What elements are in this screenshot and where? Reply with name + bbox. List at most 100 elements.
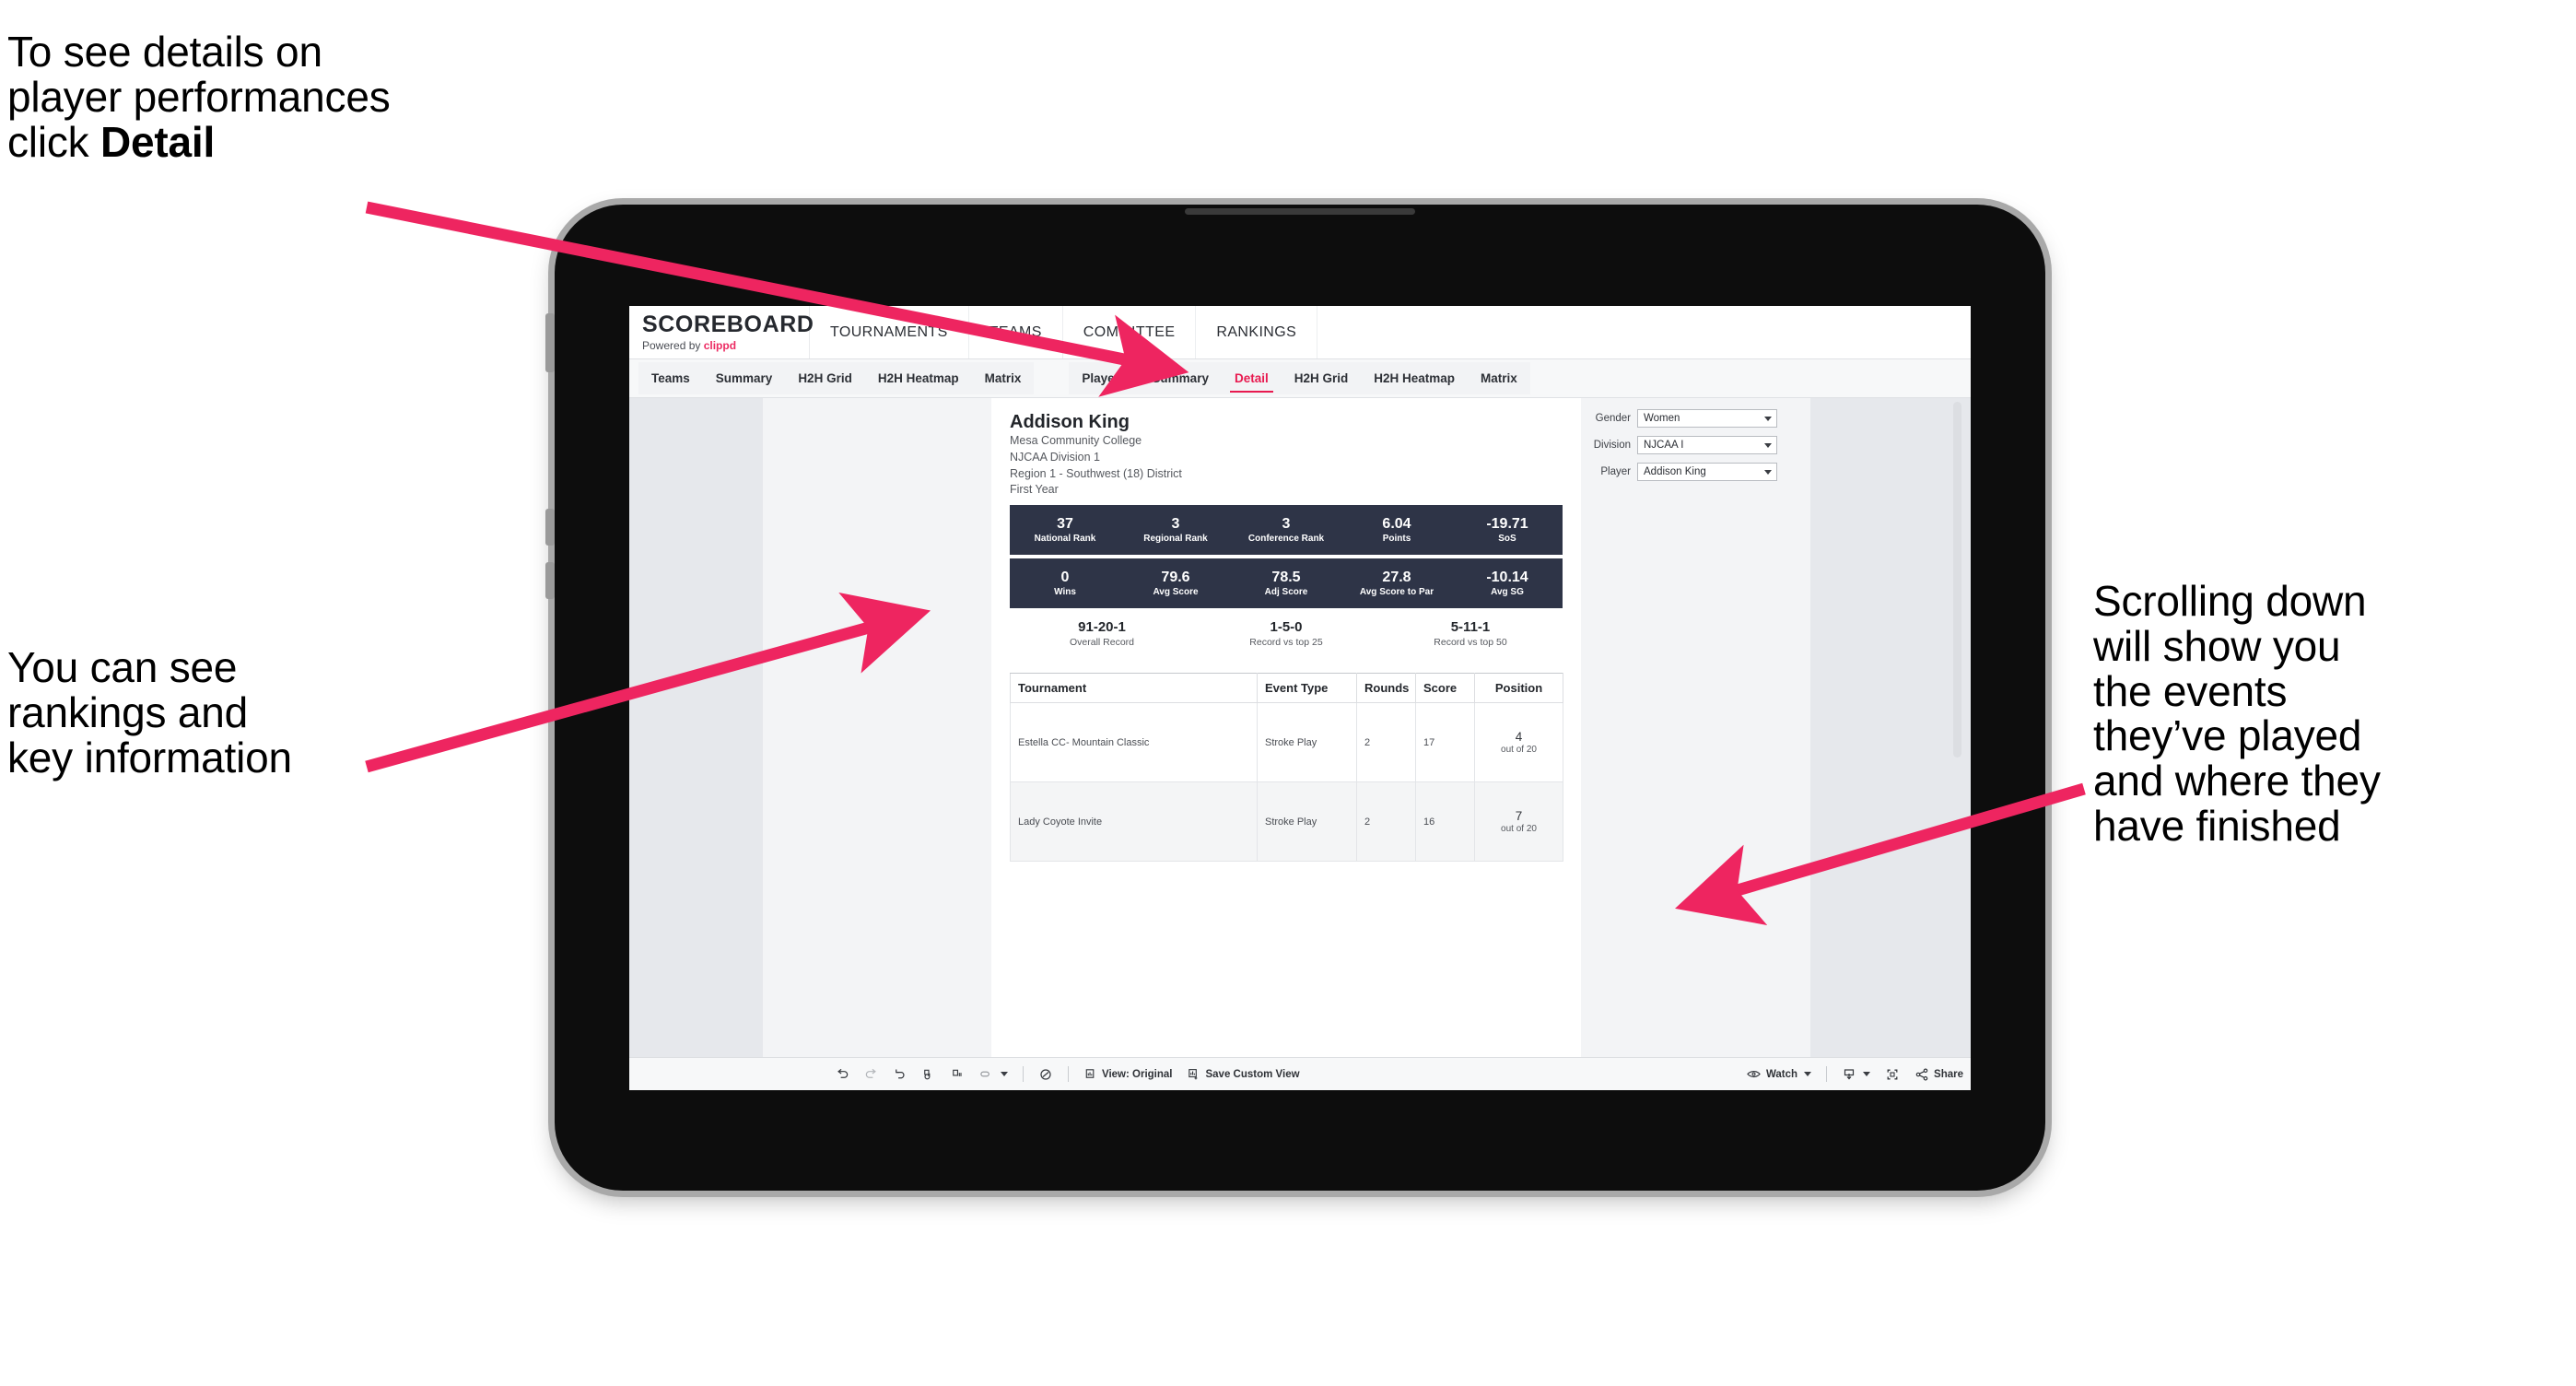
tablet-screen: SCOREBOARD Powered by clippd TOURNAMENTS… xyxy=(629,306,1971,1090)
annotation-top-left-line2: player performances xyxy=(7,72,391,121)
toolbar-divider xyxy=(1023,1066,1024,1082)
brand-powered-prefix: Powered by xyxy=(642,338,704,352)
view-original-button[interactable]: View: Original xyxy=(1076,1058,1179,1090)
devices-button[interactable] xyxy=(1031,1058,1060,1090)
annotation-mid-left-line1: You can see xyxy=(7,643,238,691)
top-nav-committee[interactable]: COMMITTEE xyxy=(1063,306,1197,358)
tab-teams-h2h-heatmap[interactable]: H2H Heatmap xyxy=(865,362,972,394)
kpi-national-rank-label: National Rank xyxy=(1034,533,1096,544)
cell-position-number: 4 xyxy=(1515,729,1523,744)
brand-powered-by: Powered by clippd xyxy=(642,339,809,352)
kpi-avg-score-to-par-value: 27.8 xyxy=(1382,570,1411,586)
refresh-data-button[interactable] xyxy=(914,1058,943,1090)
pause-data-button[interactable] xyxy=(943,1058,971,1090)
tablet-device-frame: SCOREBOARD Powered by clippd TOURNAMENTS… xyxy=(545,205,2045,1191)
redo-button[interactable] xyxy=(857,1058,885,1090)
watch-label: Watch xyxy=(1765,1068,1798,1080)
vertical-scrollbar[interactable] xyxy=(1953,402,1961,758)
chevron-down-icon xyxy=(1764,416,1772,421)
kpi-wins-value: 0 xyxy=(1060,570,1070,586)
annotation-right-line6: have finished xyxy=(2093,801,2341,850)
tab-teams-h2h-grid[interactable]: H2H Grid xyxy=(785,362,865,394)
cell-tournament: Lady Coyote Invite xyxy=(1010,781,1258,862)
kpi-sos-label: SoS xyxy=(1498,533,1516,544)
watch-button[interactable]: Watch xyxy=(1739,1058,1819,1090)
kpi-regional-rank-value: 3 xyxy=(1171,516,1180,533)
cell-rounds: 2 xyxy=(1356,702,1416,782)
record-vs-top-25: 1-5-0 Record vs top 25 xyxy=(1194,619,1378,648)
table-row[interactable]: Estella CC- Mountain Classic Stroke Play… xyxy=(1010,702,1563,782)
toolbar-divider xyxy=(1068,1066,1069,1082)
kpi-adj-score: 78.5 Adj Score xyxy=(1231,570,1341,597)
share-icon xyxy=(1914,1067,1929,1082)
annotation-top-left-line3: click Detail xyxy=(7,117,615,166)
device-preview-icon xyxy=(1038,1067,1053,1082)
division-select[interactable]: NJCAA I xyxy=(1637,436,1777,454)
kpi-avg-sg-value: -10.14 xyxy=(1486,570,1528,586)
top-nav-teams[interactable]: TEAMS xyxy=(969,306,1063,358)
player-identity-block: Addison King Mesa Community College NJCA… xyxy=(1010,411,1406,499)
annotation-mid-left-line3: key information xyxy=(7,733,292,781)
tablet-speaker-grill xyxy=(1185,208,1415,215)
tab-players-matrix[interactable]: Matrix xyxy=(1468,362,1530,394)
top-nav-tournaments[interactable]: TOURNAMENTS xyxy=(810,306,969,358)
kpi-avg-sg: -10.14 Avg SG xyxy=(1452,570,1563,597)
annotation-right: Scrolling down will show you the events … xyxy=(2093,579,2572,849)
tab-teams-summary[interactable]: Summary xyxy=(703,362,786,394)
chevron-down-icon xyxy=(1001,1072,1008,1076)
top-nav-rankings[interactable]: RANKINGS xyxy=(1196,306,1318,358)
gender-select[interactable]: Women xyxy=(1637,409,1777,428)
refresh-data-icon xyxy=(921,1067,935,1081)
kpi-national-rank-value: 37 xyxy=(1057,516,1073,533)
tab-players-detail[interactable]: Detail xyxy=(1222,362,1282,394)
cell-rounds: 2 xyxy=(1356,781,1416,862)
player-class-year: First Year xyxy=(1010,483,1059,497)
cell-score: 16 xyxy=(1415,781,1475,862)
col-header-score[interactable]: Score xyxy=(1415,673,1475,703)
col-header-tournament[interactable]: Tournament xyxy=(1010,673,1258,703)
col-header-rounds[interactable]: Rounds xyxy=(1356,673,1416,703)
undo-button[interactable] xyxy=(828,1058,857,1090)
tablet-volume-down-button[interactable] xyxy=(545,562,555,599)
highlight-button[interactable] xyxy=(971,1058,1015,1090)
download-button[interactable] xyxy=(1834,1058,1878,1090)
events-table-body: Estella CC- Mountain Classic Stroke Play… xyxy=(1010,702,1563,862)
annotation-top-left-line1: To see details on xyxy=(7,28,322,76)
col-header-event-type[interactable]: Event Type xyxy=(1257,673,1357,703)
events-table-header-row: Tournament Event Type Rounds Score Posit… xyxy=(1010,673,1563,703)
player-select[interactable]: Addison King xyxy=(1637,463,1777,481)
tab-players-h2h-heatmap[interactable]: H2H Heatmap xyxy=(1361,362,1468,394)
filter-row-player: Player Addison King xyxy=(1556,463,1777,481)
revert-button[interactable] xyxy=(885,1058,914,1090)
col-header-position[interactable]: Position xyxy=(1474,673,1563,703)
dashboard-sheet: Addison King Mesa Community College NJCA… xyxy=(763,398,1810,1057)
annotation-top-left: To see details on player performances cl… xyxy=(7,29,615,164)
toolbar-divider xyxy=(1826,1066,1828,1082)
undo-icon xyxy=(836,1067,849,1081)
record-overall-value: 91-20-1 xyxy=(1078,619,1126,635)
cell-score: 17 xyxy=(1415,702,1475,782)
tab-teams[interactable]: Teams xyxy=(638,362,703,394)
revert-icon xyxy=(893,1067,907,1081)
tab-teams-matrix[interactable]: Matrix xyxy=(972,362,1035,394)
view-original-icon xyxy=(1083,1067,1097,1081)
kpi-adj-score-label: Adj Score xyxy=(1264,586,1308,597)
kpi-points-label: Points xyxy=(1382,533,1411,544)
tab-players[interactable]: Players xyxy=(1069,362,1139,394)
tablet-power-button[interactable] xyxy=(545,313,555,372)
record-vs-top-50-label: Record vs top 50 xyxy=(1434,637,1507,648)
tab-group-players: Players Summary Detail H2H Grid H2H Heat… xyxy=(1069,362,1530,394)
tablet-volume-up-button[interactable] xyxy=(545,509,555,546)
fullscreen-button[interactable] xyxy=(1878,1058,1907,1090)
cell-tournament: Estella CC- Mountain Classic xyxy=(1010,702,1258,782)
brand-logo[interactable]: SCOREBOARD Powered by clippd xyxy=(629,306,814,358)
tab-players-summary[interactable]: Summary xyxy=(1139,362,1222,394)
brand-title: SCOREBOARD xyxy=(642,311,814,337)
kpi-conference-rank-value: 3 xyxy=(1282,516,1291,533)
share-button[interactable]: Share xyxy=(1907,1058,1971,1090)
tab-players-h2h-grid[interactable]: H2H Grid xyxy=(1282,362,1362,394)
save-custom-view-button[interactable]: Save Custom View xyxy=(1179,1058,1306,1090)
annotation-top-left-line3-bold: Detail xyxy=(100,117,216,166)
table-row[interactable]: Lady Coyote Invite Stroke Play 2 16 7 ou… xyxy=(1010,781,1563,862)
filter-row-gender: Gender Women xyxy=(1556,409,1777,428)
